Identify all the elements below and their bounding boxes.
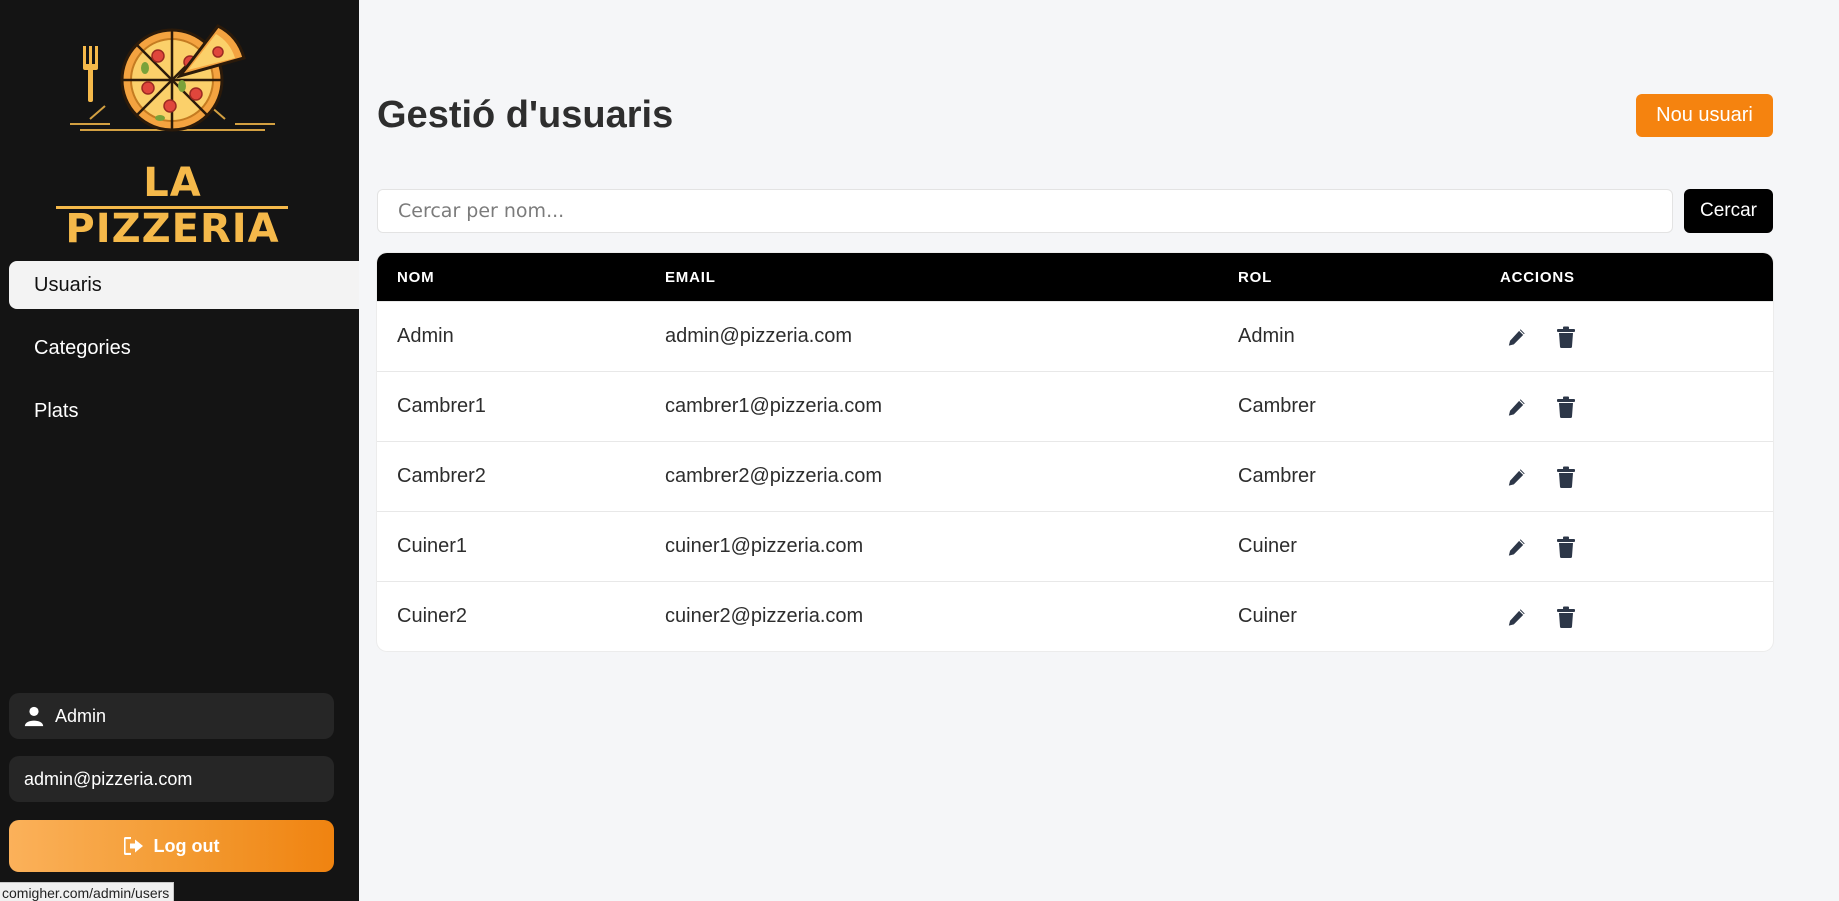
delete-button[interactable] [1554, 465, 1578, 489]
table-row: Admin admin@pizzeria.com Admin [377, 301, 1773, 371]
trash-icon [1557, 606, 1575, 628]
edit-button[interactable] [1505, 395, 1529, 419]
user-email-cell: cuiner1@pizzeria.com [665, 535, 864, 557]
logout-label: Log out [153, 835, 220, 856]
actions-cell [1500, 395, 1773, 419]
user-role-cell: Cambrer [1238, 465, 1316, 487]
user-email-cell: admin@pizzeria.com [665, 325, 853, 347]
user-icon [24, 706, 44, 727]
user-name-cell: Admin [397, 325, 454, 347]
table-row: Cuiner1 cuiner1@pizzeria.com Cuiner [377, 511, 1773, 581]
current-user-email: admin@pizzeria.com [24, 768, 193, 789]
trash-icon [1557, 396, 1575, 418]
sidebar-item-categories[interactable]: Categories [9, 324, 359, 372]
user-name-cell: Cuiner2 [397, 605, 468, 627]
sidebar-nav: Usuaris Categories Plats [9, 261, 359, 450]
pizza-logo-icon [70, 24, 275, 132]
new-user-button[interactable]: Nou usuari [1636, 94, 1773, 137]
user-name-cell: Cuiner1 [397, 535, 468, 557]
table-row: Cambrer1 cambrer1@pizzeria.com Cambrer [377, 371, 1773, 441]
edit-button[interactable] [1505, 535, 1529, 559]
brand-underline [56, 206, 288, 209]
status-bar-url: comigher.com/admin/users [0, 882, 175, 901]
edit-button[interactable] [1505, 465, 1529, 489]
user-role-cell: Admin [1238, 325, 1295, 347]
actions-cell [1500, 465, 1773, 489]
table-row: Cuiner2 cuiner2@pizzeria.com Cuiner [377, 581, 1773, 651]
user-name-cell: Cambrer1 [397, 395, 486, 417]
user-email-cell: cuiner2@pizzeria.com [665, 605, 864, 627]
sign-out-icon [123, 837, 143, 855]
page-title: Gestió d'usuaris [377, 94, 674, 136]
column-header-nom[interactable]: NOM [377, 269, 665, 286]
search-input[interactable] [377, 189, 1673, 233]
delete-button[interactable] [1554, 395, 1578, 419]
current-user-name: Admin [55, 705, 107, 726]
table-header: NOM EMAIL ROL ACCIONS [377, 253, 1773, 301]
user-role-cell: Cuiner [1238, 535, 1297, 557]
pencil-icon [1507, 537, 1527, 557]
actions-cell [1500, 605, 1773, 629]
current-user-email-box: admin@pizzeria.com [9, 756, 334, 802]
pencil-icon [1507, 607, 1527, 627]
column-header-email[interactable]: EMAIL [665, 269, 1238, 286]
delete-button[interactable] [1554, 325, 1578, 349]
users-table: NOM EMAIL ROL ACCIONS Admin admin@pizzer… [377, 253, 1773, 651]
user-email-cell: cambrer2@pizzeria.com [665, 465, 883, 487]
actions-cell [1500, 535, 1773, 559]
pencil-icon [1507, 327, 1527, 347]
trash-icon [1557, 326, 1575, 348]
current-user-name-box: Admin [9, 693, 334, 739]
trash-icon [1557, 466, 1575, 488]
user-role-cell: Cuiner [1238, 605, 1297, 627]
user-role-cell: Cambrer [1238, 395, 1316, 417]
pencil-icon [1507, 467, 1527, 487]
logout-button[interactable]: Log out [9, 820, 334, 872]
edit-button[interactable] [1505, 325, 1529, 349]
sidebar-item-label: Categories [34, 336, 131, 359]
sidebar-item-label: Usuaris [34, 273, 102, 296]
search-button[interactable]: Cercar [1684, 189, 1773, 233]
user-email-cell: cambrer1@pizzeria.com [665, 395, 883, 417]
sidebar-item-usuaris[interactable]: Usuaris [9, 261, 359, 309]
column-header-rol[interactable]: ROL [1238, 269, 1500, 286]
table-row: Cambrer2 cambrer2@pizzeria.com Cambrer [377, 441, 1773, 511]
sidebar: LA PIZZERIA Usuaris Categories Plats Adm… [0, 0, 359, 901]
trash-icon [1557, 536, 1575, 558]
sidebar-item-label: Plats [34, 399, 79, 422]
delete-button[interactable] [1554, 535, 1578, 559]
sidebar-item-plats[interactable]: Plats [9, 387, 359, 435]
delete-button[interactable] [1554, 605, 1578, 629]
pencil-icon [1507, 397, 1527, 417]
actions-cell [1500, 325, 1773, 349]
pizzeria-logo[interactable]: LA PIZZERIA [50, 24, 295, 252]
user-name-cell: Cambrer2 [397, 465, 486, 487]
column-header-accions: ACCIONS [1500, 268, 1575, 286]
edit-button[interactable] [1505, 605, 1529, 629]
